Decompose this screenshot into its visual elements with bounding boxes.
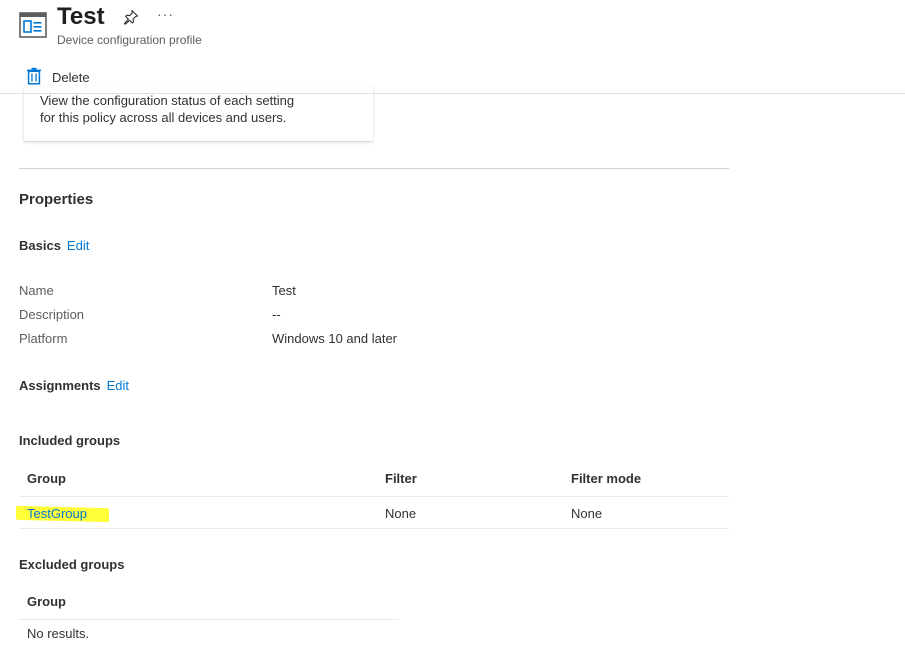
assignments-heading: Assignments Edit	[19, 378, 129, 393]
properties-heading: Properties	[19, 191, 94, 208]
platform-key: Platform	[19, 331, 68, 346]
name-value: Test	[272, 283, 296, 298]
excluded-col-group[interactable]: Group	[27, 594, 66, 609]
assignments-label: Assignments	[19, 378, 101, 393]
excluded-groups-heading: Excluded groups	[19, 557, 125, 572]
included-groups-heading: Included groups	[19, 433, 121, 448]
status-card-text: View the configuration status of each se…	[40, 92, 340, 126]
description-value: --	[272, 307, 281, 322]
excluded-header-divider	[19, 619, 399, 620]
included-row-filter-mode: None	[571, 506, 603, 521]
included-col-filter[interactable]: Filter	[385, 471, 417, 486]
section-divider	[19, 168, 729, 169]
table-header-divider	[19, 496, 729, 497]
status-card-line1: View the configuration status of each se…	[40, 93, 295, 108]
trash-icon	[26, 67, 42, 88]
included-col-filter-mode[interactable]: Filter mode	[571, 471, 641, 486]
name-key: Name	[19, 283, 54, 298]
included-row-filter: None	[385, 506, 417, 521]
pin-icon[interactable]	[123, 9, 139, 25]
no-results-text: No results.	[27, 626, 90, 641]
assignments-edit-link[interactable]: Edit	[107, 378, 129, 393]
delete-label: Delete	[52, 69, 90, 85]
included-col-group[interactable]: Group	[27, 471, 66, 486]
profile-window-icon	[19, 12, 47, 38]
basics-label: Basics	[19, 238, 61, 253]
basics-edit-link[interactable]: Edit	[67, 238, 89, 253]
basics-heading: Basics Edit	[19, 238, 89, 253]
delete-button[interactable]: Delete	[26, 66, 90, 88]
status-card-line2: for this policy across all devices and u…	[40, 110, 287, 125]
platform-value: Windows 10 and later	[272, 331, 398, 346]
page-subtitle: Device configuration profile	[57, 33, 202, 47]
more-options-button[interactable]: ···	[157, 6, 174, 22]
testgroup-link[interactable]: TestGroup	[27, 506, 87, 521]
table-row-divider	[19, 528, 729, 529]
description-key: Description	[19, 307, 85, 322]
page-title: Test	[57, 3, 105, 30]
